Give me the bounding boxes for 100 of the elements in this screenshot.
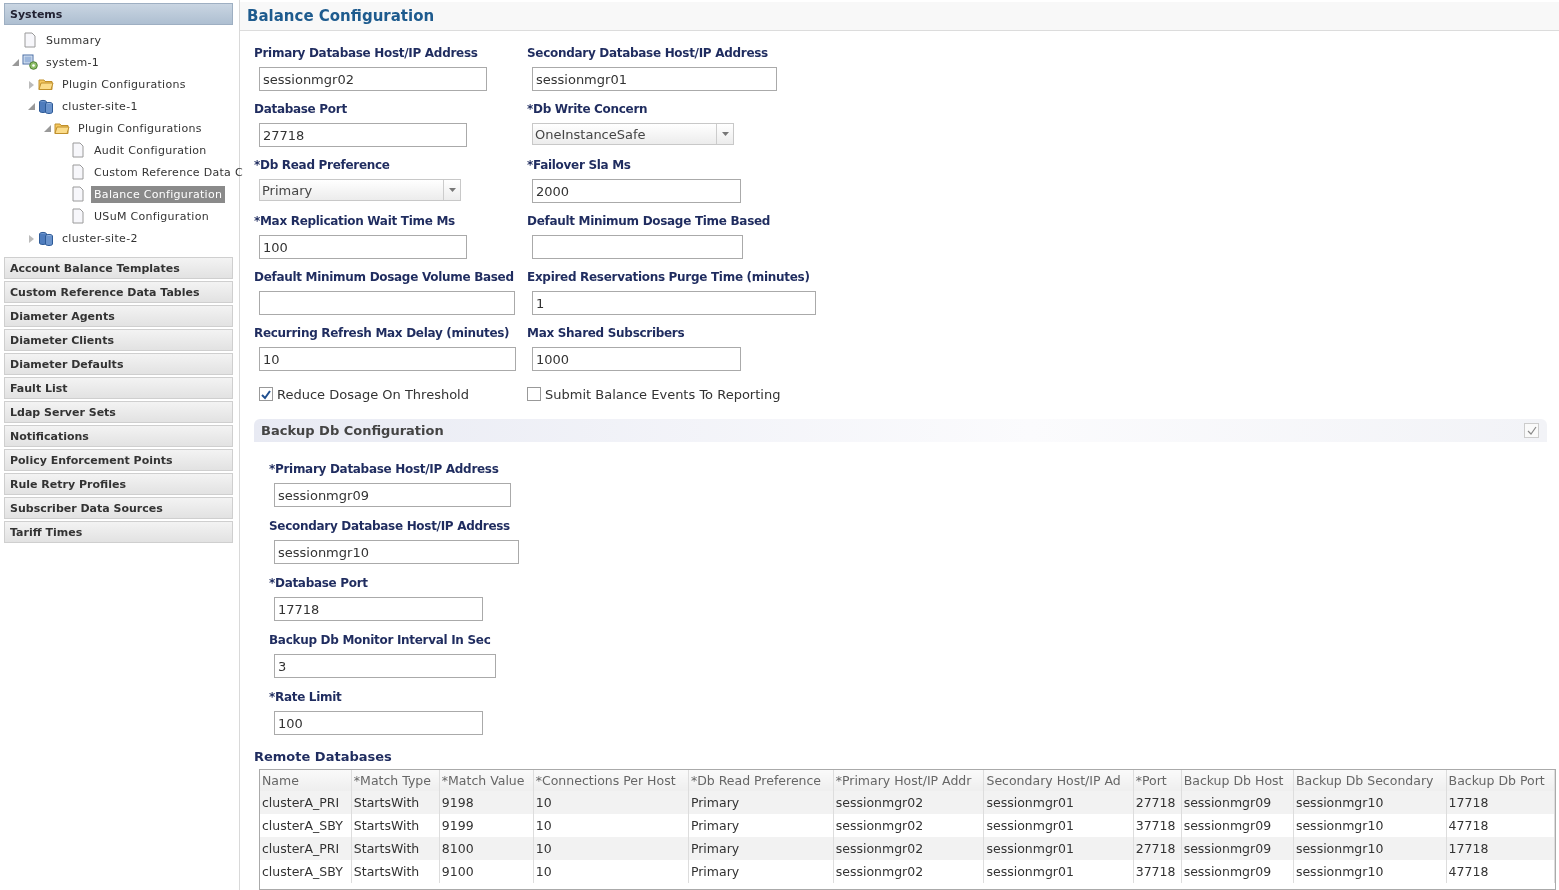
table-cell: sessionmgr01 bbox=[983, 837, 1134, 860]
input-field[interactable]: 10 bbox=[259, 347, 516, 371]
caret-icon bbox=[721, 132, 729, 136]
tree-item[interactable]: Custom Reference Data C bbox=[91, 163, 246, 181]
column-header[interactable]: *Match Type bbox=[351, 770, 440, 791]
input-field[interactable]: 1000 bbox=[532, 347, 741, 371]
table-cell: sessionmgr10 bbox=[1293, 791, 1447, 814]
tree-item[interactable]: system-1 bbox=[43, 53, 103, 71]
tree-item[interactable]: USuM Configuration bbox=[91, 207, 212, 225]
tree-item[interactable]: cluster-site-1 bbox=[59, 97, 141, 115]
tree-item[interactable]: Plugin Configurations bbox=[59, 75, 189, 93]
input-field[interactable]: 27718 bbox=[259, 123, 467, 147]
column-header[interactable]: *Match Value bbox=[439, 770, 534, 791]
field-label: *Max Replication Wait Time Ms bbox=[254, 213, 455, 229]
accordion-header[interactable]: Custom Reference Data Tables bbox=[4, 281, 233, 303]
input-field[interactable]: 3 bbox=[274, 654, 496, 678]
checkbox[interactable] bbox=[1524, 423, 1539, 438]
column-header[interactable]: Name bbox=[260, 770, 352, 791]
table-cell: clusterA_PRI bbox=[260, 837, 352, 860]
dropdown[interactable]: Primary bbox=[259, 179, 461, 201]
expand-icon[interactable] bbox=[26, 79, 36, 89]
column-header[interactable]: *Db Read Preference bbox=[688, 770, 834, 791]
field-label: Primary Database Host/IP Address bbox=[254, 45, 478, 61]
table-cell: 27718 bbox=[1133, 791, 1182, 814]
tree-item[interactable]: Plugin Configurations bbox=[75, 119, 205, 137]
column-header[interactable]: Secondary Host/IP Ad bbox=[983, 770, 1134, 791]
table-cell: 10 bbox=[533, 860, 689, 883]
page-icon bbox=[70, 186, 86, 202]
input-field[interactable]: sessionmgr10 bbox=[274, 540, 519, 564]
table-cell: Primary bbox=[688, 837, 834, 860]
table-cell: 17718 bbox=[1446, 791, 1555, 814]
page-icon bbox=[70, 142, 86, 158]
accordion-header[interactable]: Fault List bbox=[4, 377, 233, 399]
input-field[interactable]: 100 bbox=[274, 711, 483, 735]
table-cell: sessionmgr01 bbox=[983, 791, 1134, 814]
dropdown[interactable]: OneInstanceSafe bbox=[532, 123, 734, 145]
accordion-header[interactable]: Rule Retry Profiles bbox=[4, 473, 233, 495]
table-cell: sessionmgr09 bbox=[1181, 860, 1294, 883]
table-cell: 10 bbox=[533, 791, 689, 814]
page-icon bbox=[70, 208, 86, 224]
column-header[interactable]: Backup Db Host bbox=[1181, 770, 1294, 791]
accordion-header[interactable]: Policy Enforcement Points bbox=[4, 449, 233, 471]
table-cell: sessionmgr02 bbox=[833, 860, 984, 883]
input-field[interactable]: sessionmgr01 bbox=[532, 67, 777, 91]
table-cell: 17718 bbox=[1446, 837, 1555, 860]
tree-item[interactable]: cluster-site-2 bbox=[59, 229, 141, 247]
table-cell: sessionmgr01 bbox=[983, 860, 1134, 883]
input-field[interactable]: sessionmgr09 bbox=[274, 483, 511, 507]
table-cell: Primary bbox=[688, 860, 834, 883]
table-cell: 27718 bbox=[1133, 837, 1182, 860]
field-label: *Failover Sla Ms bbox=[527, 157, 631, 173]
input-field[interactable] bbox=[532, 235, 743, 259]
field-label: *Rate Limit bbox=[269, 689, 342, 705]
table-cell: clusterA_SBY bbox=[260, 860, 352, 883]
field-label: Secondary Database Host/IP Address bbox=[269, 518, 510, 534]
accordion-header[interactable]: Subscriber Data Sources bbox=[4, 497, 233, 519]
table-cell: StartsWith bbox=[351, 791, 440, 814]
input-field[interactable]: 1 bbox=[532, 291, 816, 315]
table-cell: 8100 bbox=[439, 837, 534, 860]
collapse-icon[interactable] bbox=[26, 101, 36, 111]
page-icon bbox=[22, 32, 38, 48]
table-cell: Primary bbox=[688, 791, 834, 814]
accordion-header[interactable]: Tariff Times bbox=[4, 521, 233, 543]
field-label: *Db Write Concern bbox=[527, 101, 648, 117]
table-cell: sessionmgr10 bbox=[1293, 860, 1447, 883]
collapse-icon[interactable] bbox=[10, 57, 20, 67]
tree-item[interactable]: Audit Configuration bbox=[91, 141, 210, 159]
field-label: Secondary Database Host/IP Address bbox=[527, 45, 768, 61]
table-cell: sessionmgr09 bbox=[1181, 791, 1294, 814]
database-icon bbox=[38, 98, 54, 114]
input-field[interactable]: sessionmgr02 bbox=[259, 67, 487, 91]
collapse-icon[interactable] bbox=[42, 123, 52, 133]
table-cell: 37718 bbox=[1133, 860, 1182, 883]
column-header[interactable]: *Port bbox=[1133, 770, 1182, 791]
input-field[interactable]: 100 bbox=[259, 235, 467, 259]
input-field[interactable] bbox=[259, 291, 515, 315]
table-cell: 9100 bbox=[439, 860, 534, 883]
accordion-header[interactable]: Diameter Clients bbox=[4, 329, 233, 351]
column-header[interactable]: Backup Db Port bbox=[1446, 770, 1555, 791]
database-icon bbox=[38, 230, 54, 246]
accordion-header[interactable]: Account Balance Templates bbox=[4, 257, 233, 279]
input-field[interactable]: 17718 bbox=[274, 597, 483, 621]
input-field[interactable]: 2000 bbox=[532, 179, 741, 203]
checkbox[interactable] bbox=[259, 387, 273, 401]
field-label: Recurring Refresh Max Delay (minutes) bbox=[254, 325, 510, 341]
table-cell: 9198 bbox=[439, 791, 534, 814]
column-header[interactable]: Backup Db Secondary bbox=[1293, 770, 1447, 791]
accordion-header[interactable]: Diameter Defaults bbox=[4, 353, 233, 375]
section-title: Backup Db Configuration bbox=[261, 423, 444, 438]
expand-icon[interactable] bbox=[26, 233, 36, 243]
accordion-header[interactable]: Diameter Agents bbox=[4, 305, 233, 327]
accordion-header[interactable]: Ldap Server Sets bbox=[4, 401, 233, 423]
accordion-header[interactable]: Notifications bbox=[4, 425, 233, 447]
field-label: *Database Port bbox=[269, 575, 368, 591]
accordion-header[interactable]: Systems bbox=[4, 3, 233, 25]
column-header[interactable]: *Connections Per Host bbox=[533, 770, 689, 791]
column-header[interactable]: *Primary Host/IP Addr bbox=[833, 770, 984, 791]
table-cell: StartsWith bbox=[351, 860, 440, 883]
tree-item[interactable]: Summary bbox=[43, 31, 105, 49]
checkbox[interactable] bbox=[527, 387, 541, 401]
